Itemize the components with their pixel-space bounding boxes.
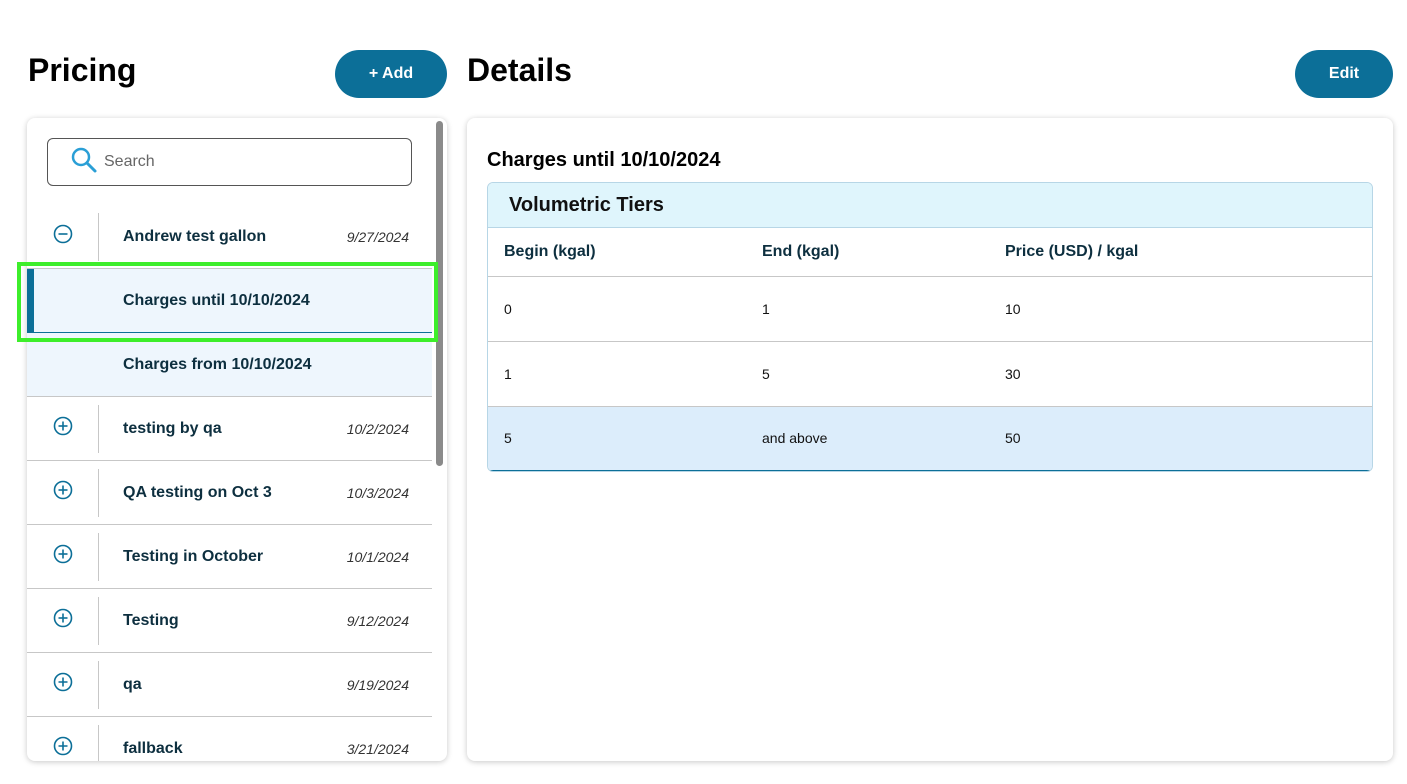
- volumetric-tiers-card: Volumetric Tiers Begin (kgal) End (kgal)…: [487, 182, 1373, 472]
- table-row: 5 and above 50: [488, 406, 1372, 471]
- list-scrollbar[interactable]: [436, 121, 443, 466]
- pricing-item-fallback[interactable]: fallback 3/21/2024: [27, 717, 432, 761]
- pricing-item-date: 9/27/2024: [346, 228, 409, 245]
- pricing-item-name: testing by qa: [123, 419, 222, 437]
- expand-circle-icon[interactable]: [53, 416, 73, 441]
- pricing-item-date: 10/3/2024: [346, 484, 409, 501]
- pricing-title: Pricing: [28, 52, 137, 88]
- pricing-item-testing-by-qa[interactable]: testing by qa 10/2/2024: [27, 397, 432, 461]
- pricing-item-name: Andrew test gallon: [123, 227, 267, 245]
- table-cell: 10: [1005, 276, 1372, 342]
- edit-details-button[interactable]: Edit: [1295, 50, 1393, 98]
- pricing-item-date: 10/1/2024: [346, 548, 409, 565]
- volumetric-tiers-table: Begin (kgal) End (kgal) Price (USD) / kg…: [488, 228, 1372, 471]
- pricing-item-date: 9/19/2024: [346, 676, 409, 693]
- pricing-item-qa[interactable]: qa 9/19/2024: [27, 653, 432, 717]
- pricing-item-testing[interactable]: Testing 9/12/2024: [27, 589, 432, 653]
- search-input[interactable]: Search: [47, 138, 412, 186]
- expand-circle-icon[interactable]: [53, 480, 73, 505]
- pricing-subitem-name: Charges from 10/10/2024: [123, 355, 312, 373]
- table-header-row: Begin (kgal) End (kgal) Price (USD) / kg…: [488, 228, 1372, 277]
- column-header: Price (USD) / kgal: [1005, 228, 1372, 277]
- pricing-list-panel: Search Andrew test gallon 9/27/2024 Char…: [27, 118, 447, 761]
- table-cell: 30: [1005, 341, 1372, 407]
- details-section-title: Charges until 10/10/2024: [487, 149, 721, 171]
- pricing-item-qa-testing-oct-3[interactable]: QA testing on Oct 3 10/3/2024: [27, 461, 432, 525]
- table-cell: and above: [762, 406, 1005, 471]
- pricing-item-testing-in-october[interactable]: Testing in October 10/1/2024: [27, 525, 432, 589]
- pricing-item-date: 3/21/2024: [346, 740, 409, 757]
- details-title: Details: [467, 52, 572, 88]
- expand-circle-icon[interactable]: [53, 672, 73, 697]
- expand-circle-icon[interactable]: [53, 544, 73, 569]
- pricing-item-name: QA testing on Oct 3: [123, 483, 272, 501]
- pricing-subitem-name: Charges until 10/10/2024: [123, 291, 310, 309]
- pricing-item-andrew-test-gallon[interactable]: Andrew test gallon 9/27/2024: [27, 205, 432, 269]
- table-cell: 50: [1005, 406, 1372, 471]
- pricing-item-name: Testing: [123, 611, 179, 629]
- table-cell: 0: [488, 276, 762, 342]
- collapse-circle-icon[interactable]: [53, 224, 73, 249]
- pricing-subitem-charges-until[interactable]: Charges until 10/10/2024: [27, 269, 432, 333]
- table-cell: 5: [762, 341, 1005, 407]
- table-cell: 1: [488, 341, 762, 407]
- search-icon: [70, 146, 98, 179]
- volumetric-tiers-title: Volumetric Tiers: [488, 183, 1372, 228]
- pricing-item-name: Testing in October: [123, 547, 264, 565]
- expand-circle-icon[interactable]: [53, 736, 73, 761]
- add-pricing-button[interactable]: + Add: [335, 50, 447, 98]
- table-cell: 1: [762, 276, 1005, 342]
- details-panel: Charges until 10/10/2024 Volumetric Tier…: [467, 118, 1393, 761]
- pricing-subitem-charges-from[interactable]: Charges from 10/10/2024: [27, 333, 432, 397]
- table-row: 1 5 30: [488, 341, 1372, 407]
- search-placeholder: Search: [104, 153, 155, 170]
- pricing-item-date: 9/12/2024: [346, 612, 409, 629]
- pricing-item-name: qa: [123, 675, 142, 693]
- pricing-item-name: fallback: [123, 739, 183, 757]
- pricing-item-date: 10/2/2024: [346, 420, 409, 437]
- pricing-list: Andrew test gallon 9/27/2024 Charges unt…: [27, 205, 432, 761]
- table-row: 0 1 10: [488, 276, 1372, 342]
- expand-circle-icon[interactable]: [53, 608, 73, 633]
- column-header: End (kgal): [762, 228, 1005, 277]
- column-header: Begin (kgal): [488, 228, 762, 277]
- table-cell: 5: [488, 406, 762, 471]
